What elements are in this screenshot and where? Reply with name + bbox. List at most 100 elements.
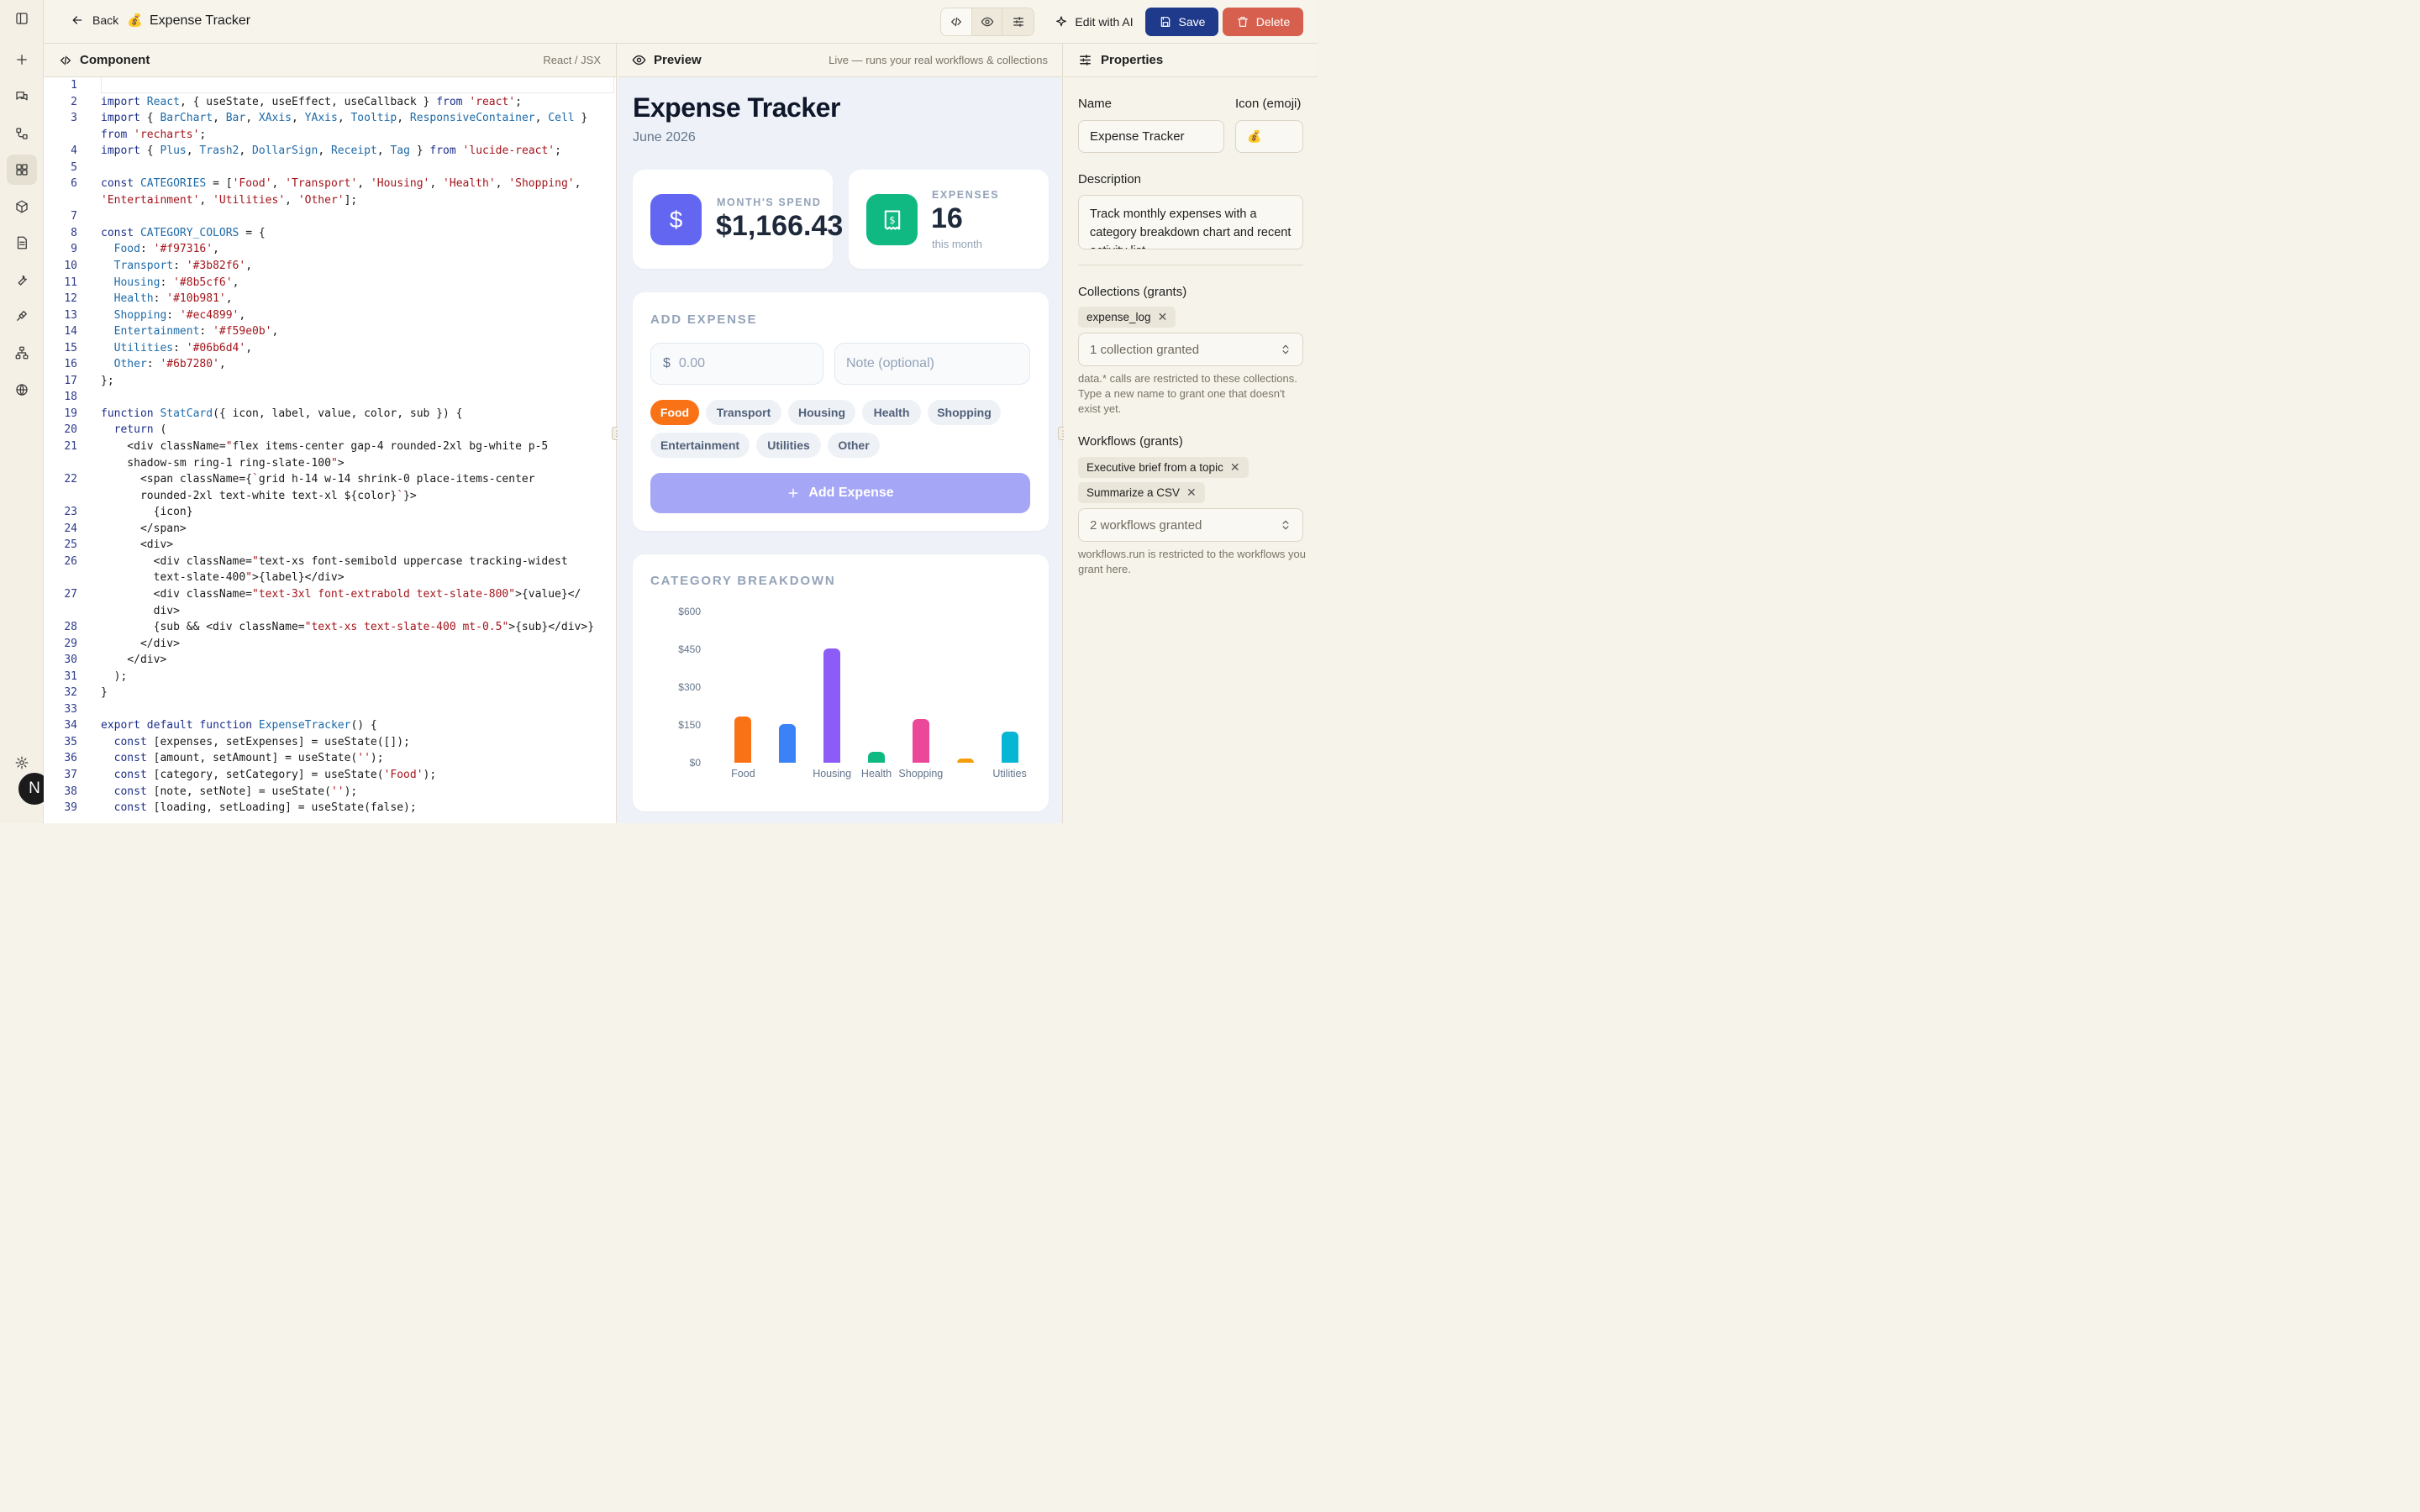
delete-button[interactable]: Delete [1223, 8, 1303, 36]
code-editor[interactable]: 1 2 import React, { useState, useEffect, u… [44, 77, 616, 816]
workflows-select[interactable]: 2 workflows granted [1078, 508, 1303, 542]
chevron-up-down-icon [1282, 520, 1289, 530]
add-expense-button[interactable]: Add Expense [650, 473, 1030, 513]
code-line: 22 <span className={`grid h-14 w-14 shri… [44, 471, 616, 488]
bar-transport[interactable] [779, 723, 797, 763]
code-line: 23 {icon} [44, 504, 616, 521]
svg-text:$: $ [889, 214, 895, 226]
category-chip-shopping[interactable]: Shopping [928, 400, 1001, 425]
apps-grid-icon[interactable] [7, 155, 37, 185]
bar-health[interactable] [868, 752, 885, 763]
code-view-button[interactable] [941, 8, 972, 35]
line-number: 24 [64, 522, 77, 535]
code-line: 25 <div> [44, 537, 616, 554]
line-number: 29 [64, 637, 77, 650]
icon-input[interactable]: 💰 [1235, 120, 1303, 153]
category-chip-food[interactable]: Food [650, 400, 699, 425]
workflow-icon[interactable] [7, 118, 37, 149]
line-number [44, 192, 77, 209]
code-text: Food: '#f97316', [113, 243, 219, 256]
code-panel-title: Component [80, 53, 150, 67]
x-tick-label: Utilities [992, 768, 1027, 780]
code-line: rounded-2xl text-white text-xl ${color}`… [44, 488, 616, 505]
bar-utilities[interactable] [1001, 732, 1018, 763]
code-line: shadow-sm ring-1 ring-slate-100"> [44, 455, 616, 472]
bar-food[interactable] [734, 717, 752, 763]
remove-tag-icon[interactable]: ✕ [1158, 310, 1168, 324]
amount-input[interactable]: $ 0.00 [650, 343, 823, 385]
receipt-icon: $ [866, 194, 918, 245]
line-number: 25 [64, 538, 77, 552]
preview-view-button[interactable] [972, 8, 1003, 35]
code-text: Shopping: '#ec4899', [113, 308, 246, 322]
breakdown-title: CATEGORY BREAKDOWN [650, 574, 836, 588]
remove-tag-icon[interactable]: ✕ [1186, 486, 1197, 500]
line-number: 15 [64, 341, 77, 354]
stat-spend-value: $1,166.43 [716, 210, 844, 242]
code-line: 6 const CATEGORIES = ['Food', 'Transport'… [44, 176, 616, 192]
add-expense-label: Add Expense [808, 486, 894, 500]
stat-spend-label: MONTH'S SPEND [717, 197, 822, 208]
toggle-sidebar-icon[interactable] [7, 3, 37, 34]
code-text: ); [101, 669, 128, 683]
description-textarea[interactable]: Track monthly expenses with a category b… [1078, 195, 1303, 249]
bar-shopping[interactable] [912, 718, 929, 763]
category-chip-other[interactable]: Other [828, 433, 880, 458]
edit-with-ai-button[interactable]: Edit with AI [1050, 8, 1138, 36]
cube-icon[interactable] [7, 192, 37, 222]
code-line: 30 </div> [44, 652, 616, 669]
line-number: 12 [64, 292, 77, 306]
note-input[interactable]: Note (optional) [834, 343, 1030, 385]
category-chip-health[interactable]: Health [862, 400, 921, 425]
category-chip-transport[interactable]: Transport [706, 400, 781, 425]
collection-tag-label: expense_log [1086, 311, 1151, 323]
stat-count-label: EXPENSES [932, 189, 1000, 201]
collections-hint: data.* calls are restricted to these col… [1078, 372, 1297, 415]
properties-view-button[interactable] [1002, 8, 1034, 35]
code-text: const [note, setNote] = useState(''); [113, 785, 358, 798]
code-language: React / JSX [543, 54, 601, 66]
plug-icon[interactable] [7, 301, 37, 331]
code-text: import React, { useState, useEffect, use… [101, 95, 522, 108]
bar-entertainment[interactable] [956, 758, 974, 763]
x-tick-label: Shopping [898, 768, 944, 780]
preview-panel-title: Preview [654, 53, 702, 67]
chat-icon[interactable] [7, 81, 37, 112]
category-chip-entertainment[interactable]: Entertainment [650, 433, 750, 458]
org-chart-icon[interactable] [7, 338, 37, 368]
code-text: const CATEGORIES = ['Food', 'Transport',… [101, 177, 581, 191]
code-line: div> [44, 603, 616, 620]
wrench-icon[interactable] [7, 265, 37, 295]
save-button[interactable]: Save [1145, 8, 1218, 36]
code-line: 37 const [category, setCategory] = useSt… [44, 767, 616, 784]
plus-icon [788, 488, 798, 498]
category-chip-housing[interactable]: Housing [788, 400, 855, 425]
workflow-tag-label: Executive brief from a topic [1086, 461, 1223, 474]
remove-tag-icon[interactable]: ✕ [1230, 460, 1240, 475]
category-chip-utilities[interactable]: Utilities [756, 433, 821, 458]
globe-icon[interactable] [7, 375, 37, 405]
code-line: 'Entertainment', 'Utilities', 'Other']; [44, 192, 616, 209]
line-number: 26 [64, 554, 77, 568]
name-input[interactable]: Expense Tracker [1078, 120, 1224, 153]
code-line: 14 Entertainment: '#f59e0b', [44, 323, 616, 340]
code-text: Housing: '#8b5cf6', [113, 276, 239, 289]
bar-housing[interactable] [823, 648, 841, 763]
code-text: const [expenses, setExpenses] = useState… [113, 735, 410, 748]
dollar-icon: $ [650, 194, 702, 245]
properties-panel: Properties [1064, 44, 1318, 823]
new-plus-icon[interactable] [7, 45, 37, 75]
collections-select[interactable]: 1 collection granted [1078, 333, 1303, 366]
document-icon[interactable] [7, 228, 37, 258]
y-tick-label: $300 [678, 681, 701, 693]
back-button[interactable]: Back [71, 13, 118, 27]
y-tick-label: $0 [689, 757, 701, 769]
properties-panel-header: Properties [1064, 44, 1318, 77]
line-number [44, 603, 77, 620]
left-rail [0, 0, 44, 823]
code-text: Other: '#6b7280', [113, 358, 226, 371]
save-icon [1160, 17, 1170, 27]
code-text: </div> [101, 637, 180, 650]
